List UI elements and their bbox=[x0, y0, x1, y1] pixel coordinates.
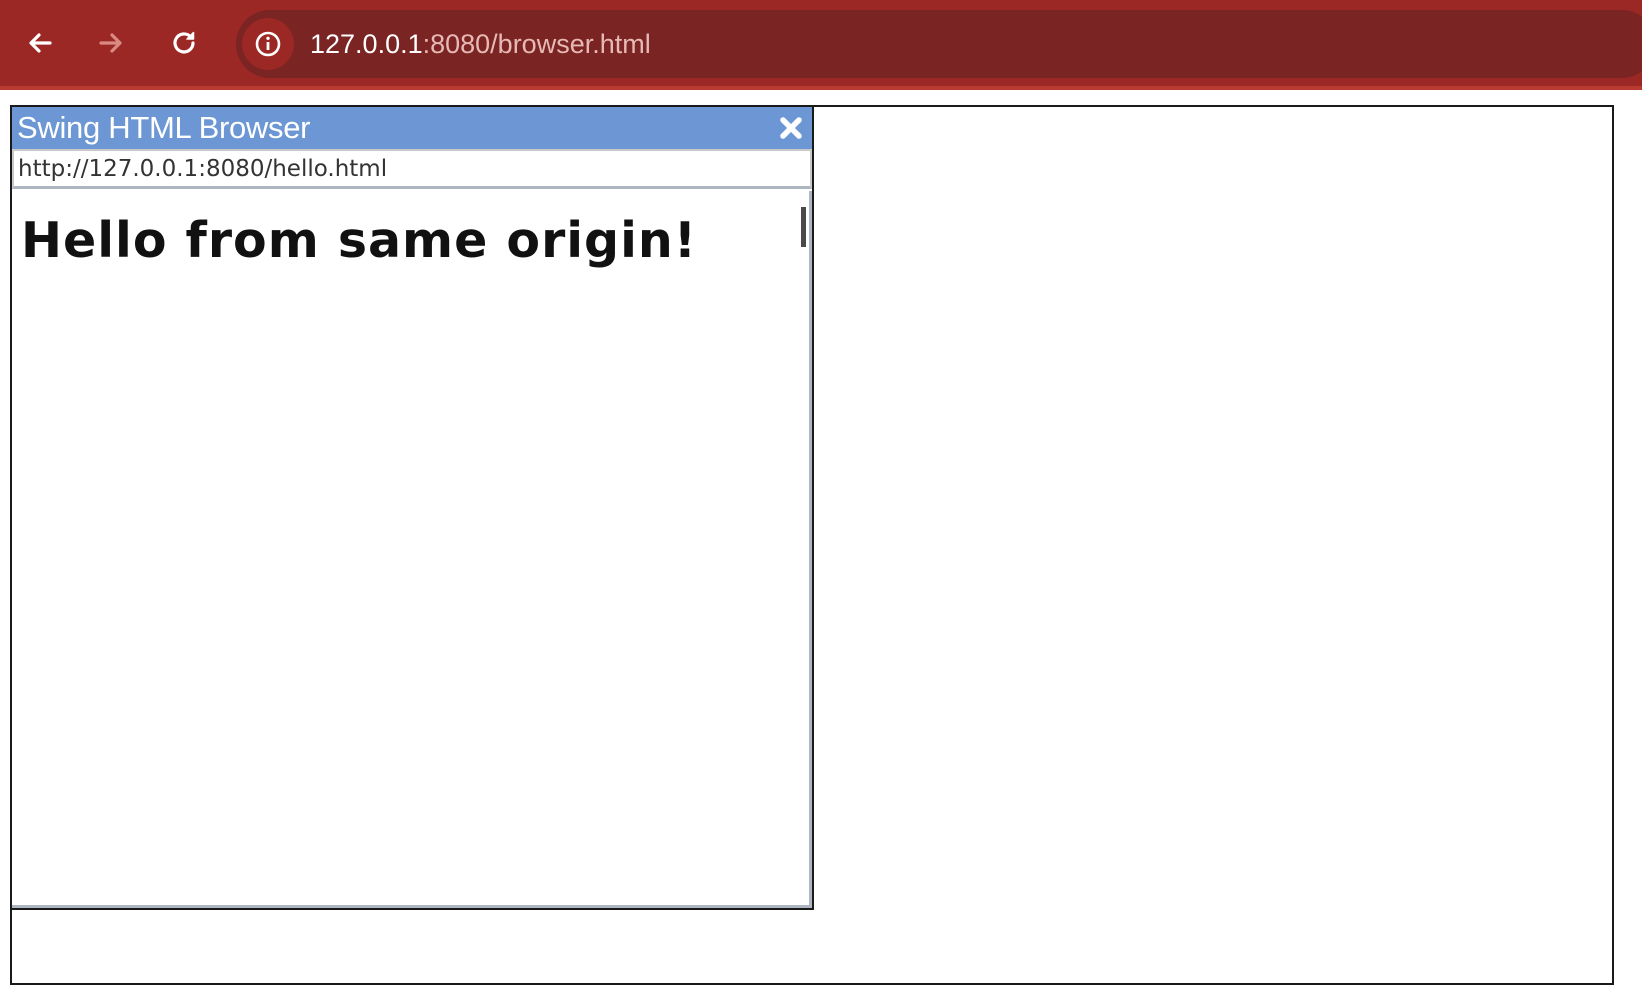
back-button[interactable] bbox=[17, 20, 63, 66]
arrow-right-icon bbox=[99, 33, 122, 53]
swing-titlebar[interactable]: Swing HTML Browser bbox=[12, 107, 812, 149]
site-info-button[interactable] bbox=[242, 18, 294, 70]
url-text[interactable]: 127.0.0.1:8080/browser.html bbox=[310, 28, 651, 60]
info-circle-icon bbox=[255, 31, 281, 57]
arrow-left-icon bbox=[29, 33, 52, 53]
reload-button[interactable] bbox=[161, 20, 207, 66]
swing-browser-window: Swing HTML Browser Hello from same origi… bbox=[10, 105, 814, 910]
url-host: 127.0.0.1 bbox=[310, 29, 423, 59]
content-heading: Hello from same origin! bbox=[21, 212, 698, 269]
content-scrollbar[interactable] bbox=[801, 207, 806, 247]
reload-icon bbox=[173, 31, 195, 54]
close-button[interactable] bbox=[776, 113, 806, 143]
close-x-icon bbox=[780, 117, 802, 139]
url-path: :8080/browser.html bbox=[422, 29, 651, 59]
swing-address-field[interactable] bbox=[12, 149, 812, 189]
swing-window-title: Swing HTML Browser bbox=[17, 110, 311, 145]
swing-content-pane: Hello from same origin! bbox=[12, 191, 812, 908]
browser-toolbar: 127.0.0.1:8080/browser.html bbox=[0, 0, 1642, 90]
address-bar[interactable]: 127.0.0.1:8080/browser.html bbox=[236, 10, 1642, 78]
forward-button[interactable] bbox=[88, 20, 134, 66]
